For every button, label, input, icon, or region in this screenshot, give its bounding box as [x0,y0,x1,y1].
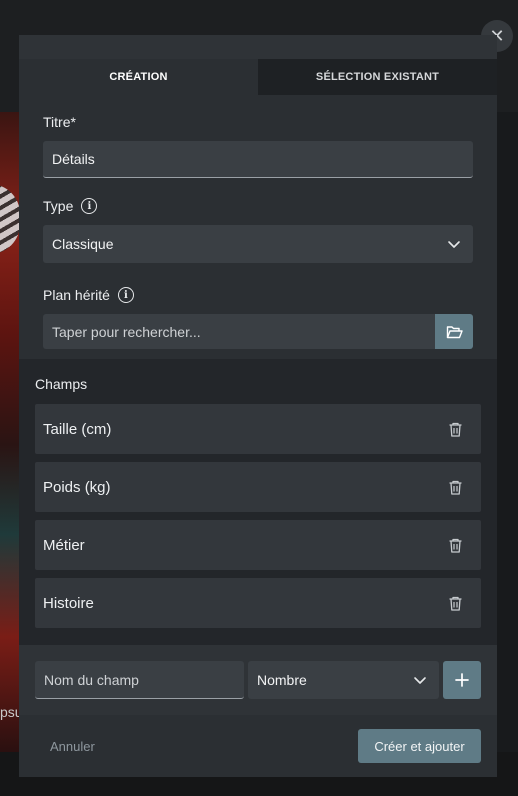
title-input[interactable]: Détails [43,141,473,178]
chevron-down-icon [414,677,426,684]
fields-section: Champs Taille (cm) Poids (kg) Métier His… [19,359,497,645]
create-and-add-button[interactable]: Créer et ajouter [358,729,481,763]
inherited-plan-input[interactable]: Taper pour rechercher... [43,314,435,349]
type-select-value: Classique [52,236,114,252]
inherited-plan-label-text: Plan hérité [43,287,110,303]
trash-icon[interactable] [447,537,464,554]
field-name: Histoire [43,594,94,612]
trash-icon[interactable] [447,479,464,496]
title-label: Titre* [43,113,473,131]
cancel-button[interactable]: Annuler [50,739,95,754]
folder-open-icon [446,325,463,338]
field-name-input[interactable]: Nom du champ [35,661,244,699]
inherited-plan-placeholder: Taper pour rechercher... [52,323,201,340]
plus-icon [455,673,469,687]
inherited-plan-label: Plan hérité i [43,286,473,304]
type-label: Type i [43,197,473,215]
chevron-down-icon [448,241,460,248]
creation-form: Titre* Détails Type i Classique Plan hér… [19,95,497,359]
field-type-select[interactable]: Nombre [248,661,439,699]
field-type-value: Nombre [257,672,307,688]
dialog-footer: Annuler Créer et ajouter [19,715,497,777]
add-field-button[interactable] [443,661,481,699]
info-icon[interactable]: i [81,198,98,214]
title-label-text: Titre* [43,114,76,130]
trash-icon[interactable] [447,595,464,612]
title-input-value: Détails [52,151,95,167]
type-select[interactable]: Classique [43,225,473,263]
tab-creation[interactable]: CRÉATION [19,59,258,95]
list-item: Taille (cm) [35,404,481,454]
background-image-detail [0,184,20,254]
inherited-plan-search: Taper pour rechercher... [43,314,473,349]
field-name: Poids (kg) [43,478,111,496]
list-item: Métier [35,520,481,570]
fields-section-title: Champs [35,376,88,392]
field-name: Métier [43,536,85,554]
field-name-placeholder: Nom du champ [44,671,139,688]
list-item: Histoire [35,578,481,628]
tab-existing-selection[interactable]: SÉLECTION EXISTANT [258,59,497,95]
info-icon[interactable]: i [117,287,134,303]
create-plan-dialog: CRÉATION SÉLECTION EXISTANT Titre* Détai… [19,35,497,777]
add-field-row: Nom du champ Nombre [19,645,497,715]
list-item: Poids (kg) [35,462,481,512]
field-name: Taille (cm) [43,420,112,438]
dialog-header [19,35,497,59]
field-list: Taille (cm) Poids (kg) Métier Histoire [35,404,481,628]
browse-folder-button[interactable] [435,314,473,349]
trash-icon[interactable] [447,421,464,438]
type-label-text: Type [43,198,74,214]
dialog-tabs: CRÉATION SÉLECTION EXISTANT [19,59,497,95]
